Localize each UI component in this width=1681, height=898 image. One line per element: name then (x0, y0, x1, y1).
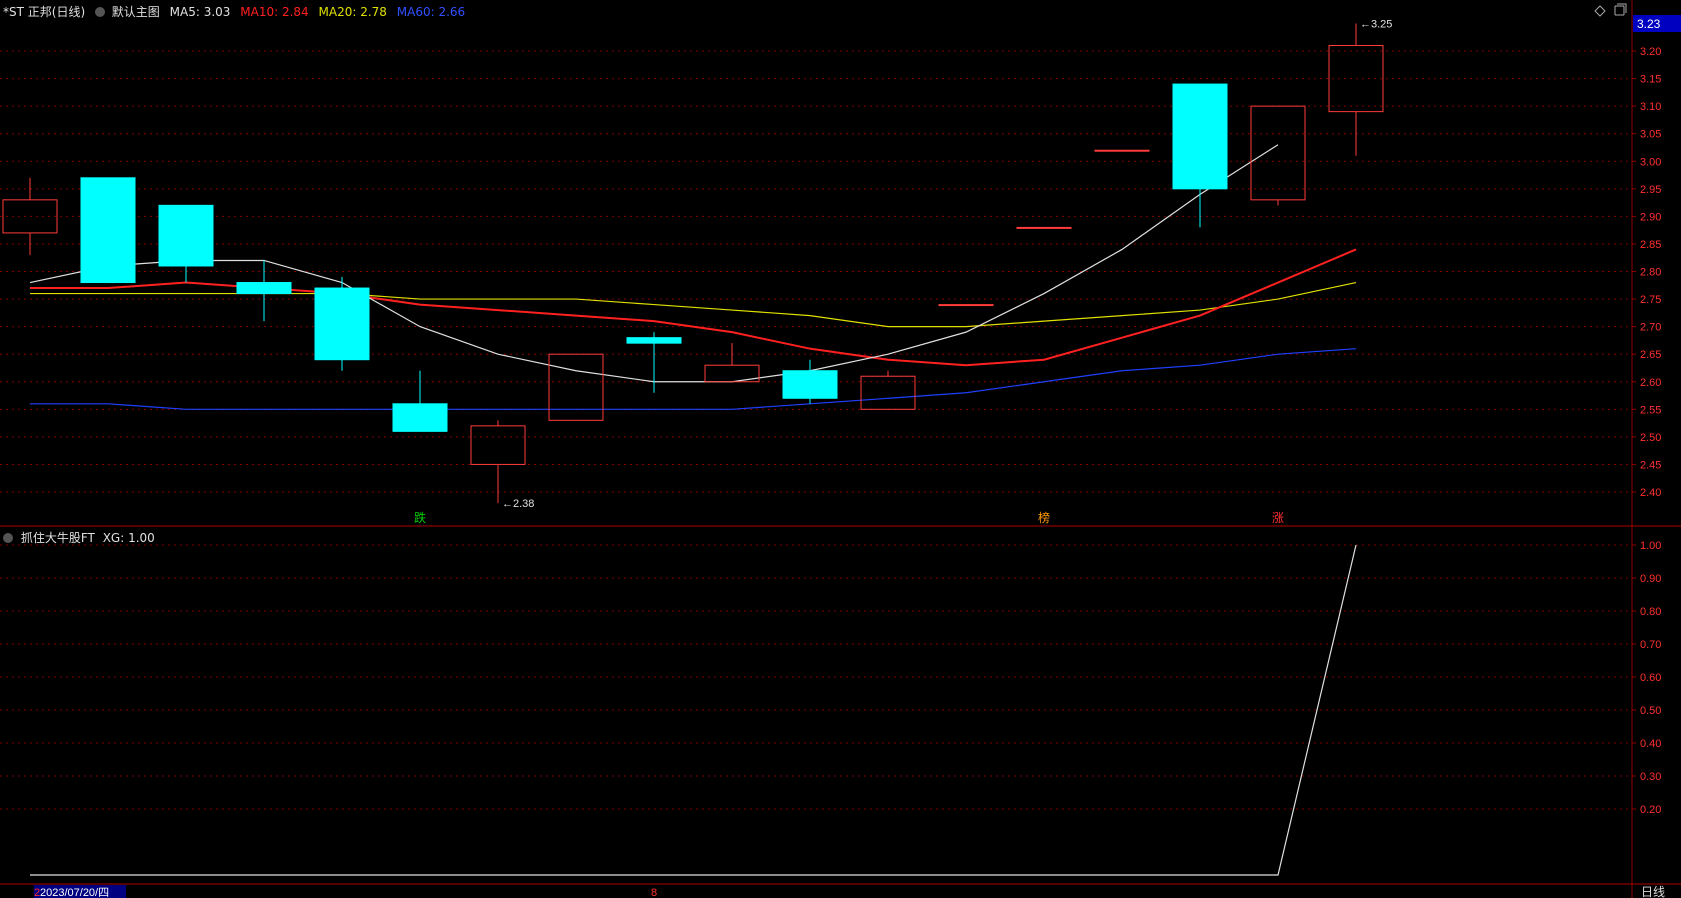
candle-body (236, 282, 292, 295)
candle-body (1016, 226, 1072, 229)
y-tick-label: 2.80 (1640, 267, 1661, 279)
ma60-label: MA60: 2.66 (396, 5, 466, 19)
y-tick-label: 2.90 (1640, 211, 1661, 223)
chart-background (0, 0, 1681, 898)
y-tick-label: 3.15 (1640, 74, 1661, 86)
xg-value: XG: 1.00 (102, 531, 155, 545)
indicator-label[interactable]: 抓住大牛股FT (21, 531, 95, 545)
y-tick-label: 2.40 (1640, 487, 1661, 499)
y-tick-label: 2.60 (1640, 377, 1661, 389)
candle-body (626, 337, 682, 344)
ma10-label: MA10: 2.84 (240, 5, 309, 19)
y-tick-label: 0.30 (1640, 771, 1661, 783)
menu-label[interactable]: 默认主图 (112, 5, 160, 19)
candle-body (80, 177, 136, 284)
dropdown-icon[interactable] (3, 533, 13, 543)
y-tick-label: 0.70 (1640, 639, 1661, 651)
y-tick-label: 2.95 (1640, 184, 1661, 196)
signal-marker: 涨 (1272, 510, 1284, 525)
y-tick-label: 2.85 (1640, 239, 1661, 251)
candle-body (782, 370, 838, 399)
date-label: 2023/07/20/四 (40, 887, 109, 898)
candle-body (314, 287, 370, 361)
dropdown-icon[interactable] (94, 7, 105, 17)
y-tick-label: 2.65 (1640, 349, 1661, 361)
price-tag: 3.23 (1637, 17, 1661, 31)
y-tick-label: 2.50 (1640, 432, 1661, 444)
candle-body (1172, 83, 1228, 190)
period-label[interactable]: 日线 (1641, 885, 1665, 898)
ma5-label: MA5: 3.03 (169, 5, 231, 19)
y-tick-label: 0.40 (1640, 738, 1661, 750)
candle-body (158, 204, 214, 267)
candle-body (1094, 149, 1150, 152)
y-tick-label: 1.00 (1640, 540, 1661, 552)
kline-chart[interactable]: 3.20 3.15 3.10 3.05 3.00 2.95 2.90 2.85 2.80 2.75… (0, 0, 1681, 898)
y-tick-label: 3.00 (1640, 156, 1661, 168)
y-tick-label: 0.90 (1640, 573, 1661, 585)
y-tick-label: 0.60 (1640, 672, 1661, 684)
price-annotation: ←3.25 (1360, 18, 1392, 30)
y-tick-label: 3.20 (1640, 46, 1661, 58)
stock-title: *ST 正邦(日线) (3, 5, 86, 19)
y-tick-label: 0.80 (1640, 606, 1661, 618)
y-tick-label: 2.55 (1640, 404, 1661, 416)
y-tick-label: 0.50 (1640, 705, 1661, 717)
y-tick-label: 2.70 (1640, 322, 1661, 334)
candle-body (392, 403, 448, 432)
signal-marker: 榜 (1038, 510, 1050, 525)
y-tick-label: 3.10 (1640, 101, 1661, 113)
main-header: *ST 正邦(日线) 默认主图 MA5: 3.03 MA10: 2.84 MA2… (3, 3, 465, 20)
y-tick-label: 0.20 (1640, 804, 1661, 816)
y-tick-label: 2.75 (1640, 294, 1661, 306)
y-tick-label: 3.05 (1640, 129, 1661, 141)
ma20-label: MA20: 2.78 (318, 5, 387, 19)
signal-marker: 跌 (414, 510, 426, 525)
sub-header: 抓住大牛股FT XG: 1.00 (3, 529, 155, 546)
y-tick-label: 2.45 (1640, 459, 1661, 471)
candle-body (938, 304, 994, 307)
price-annotation: ←2.38 (502, 498, 534, 510)
bottom-marker: 8 (651, 887, 657, 898)
